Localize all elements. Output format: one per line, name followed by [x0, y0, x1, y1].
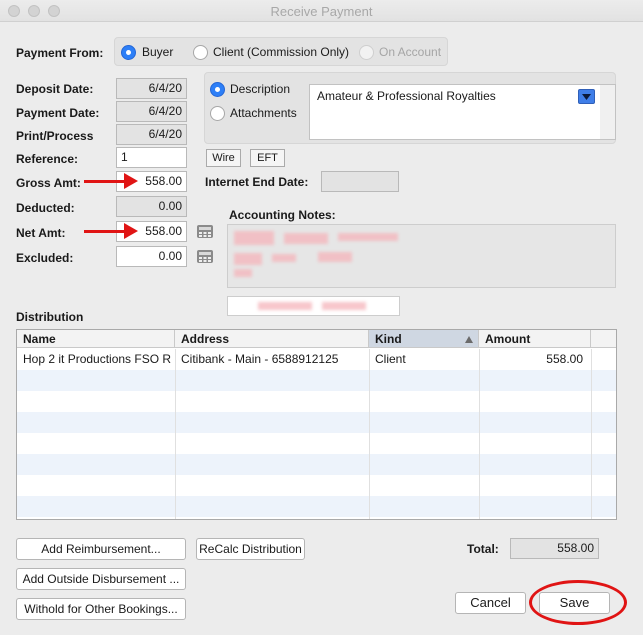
table-row-empty: [17, 370, 616, 391]
radio-on-account: [359, 45, 374, 60]
print-process-field: 6/4/20: [116, 124, 187, 145]
deposit-date-field: 6/4/20: [116, 78, 187, 99]
column-header-kind[interactable]: Kind: [369, 330, 479, 348]
table-row-empty: [17, 391, 616, 412]
radio-attachments-label: Attachments: [230, 106, 297, 120]
internet-end-date-label: Internet End Date:: [205, 175, 309, 189]
column-header-spacer: [591, 330, 616, 348]
column-header-name[interactable]: Name: [17, 330, 175, 348]
table-row-empty: [17, 412, 616, 433]
redacted-text: [272, 254, 296, 262]
table-row-empty: [17, 454, 616, 475]
table-row-empty: [17, 475, 616, 496]
sort-ascending-icon: [465, 336, 473, 343]
redacted-text: [258, 302, 312, 310]
column-header-kind-label: Kind: [375, 332, 402, 346]
deducted-label: Deducted:: [16, 201, 75, 215]
redacted-text: [318, 252, 352, 262]
excluded-input[interactable]: 0.00: [116, 246, 187, 267]
total-label: Total:: [467, 542, 499, 556]
payment-date-field: 6/4/20: [116, 101, 187, 122]
description-dropdown-button[interactable]: [578, 89, 595, 104]
redacted-text: [234, 253, 262, 265]
redacted-text: [284, 233, 328, 244]
description-textarea[interactable]: Amateur & Professional Royalties: [309, 84, 601, 140]
annotation-arrow-gross: [84, 173, 138, 189]
recalc-distribution-button[interactable]: ReCalc Distribution: [196, 538, 305, 560]
print-process-label: Print/Process: [16, 129, 94, 143]
radio-buyer-label: Buyer: [142, 45, 174, 59]
annotation-arrow-net: [84, 223, 138, 239]
redacted-text: [234, 269, 252, 277]
radio-description[interactable]: [210, 82, 225, 97]
accounting-notes-label: Accounting Notes:: [229, 208, 336, 222]
column-header-address[interactable]: Address: [175, 330, 369, 348]
radio-client[interactable]: [193, 45, 208, 60]
reference-input[interactable]: 1: [116, 147, 187, 168]
gross-amt-label: Gross Amt:: [16, 176, 81, 190]
withold-other-bookings-button[interactable]: Withold for Other Bookings...: [16, 598, 186, 620]
description-scrollbar[interactable]: [600, 84, 616, 140]
net-amt-label: Net Amt:: [16, 226, 66, 240]
row-address: Citibank - Main - 6588912125: [181, 352, 339, 366]
column-header-amount[interactable]: Amount: [479, 330, 591, 348]
add-outside-disbursement-button[interactable]: Add Outside Disbursement ...: [16, 568, 186, 590]
cancel-button[interactable]: Cancel: [455, 592, 526, 614]
row-name: Hop 2 it Productions FSO Ra: [23, 352, 171, 366]
radio-on-account-label: On Account: [379, 45, 442, 59]
add-reimbursement-button[interactable]: Add Reimbursement...: [16, 538, 186, 560]
column-divider: [479, 349, 480, 519]
chevron-down-icon: [582, 94, 591, 100]
window-title: Receive Payment: [270, 4, 373, 19]
column-divider: [369, 349, 370, 519]
calculator-icon[interactable]: [196, 223, 214, 240]
redacted-text: [322, 302, 366, 310]
column-divider: [591, 349, 592, 519]
row-amount: 558.00: [546, 352, 583, 366]
row-kind: Client: [375, 352, 406, 366]
wire-button[interactable]: Wire: [206, 149, 241, 167]
deposit-date-label: Deposit Date:: [16, 82, 94, 96]
title-bar: Receive Payment: [0, 0, 643, 22]
payment-from-label: Payment From:: [16, 46, 104, 60]
distribution-table: Name Address Kind Amount Hop 2 it Produc…: [16, 329, 617, 520]
internet-end-date-field: [321, 171, 399, 192]
redacted-text: [234, 231, 274, 245]
radio-description-label: Description: [230, 82, 291, 96]
table-row-empty: [17, 433, 616, 454]
deducted-field: 0.00: [116, 196, 187, 217]
notes-summary-field: [227, 296, 400, 316]
payment-date-label: Payment Date:: [16, 106, 100, 120]
table-row[interactable]: Hop 2 it Productions FSO Ra Citibank - M…: [17, 349, 616, 370]
accounting-notes-textarea[interactable]: [227, 224, 616, 288]
table-row-empty: [17, 496, 616, 517]
radio-buyer[interactable]: [121, 45, 136, 60]
distribution-label: Distribution: [16, 310, 84, 324]
total-field: 558.00: [510, 538, 599, 559]
excluded-label: Excluded:: [16, 251, 74, 265]
description-text: Amateur & Professional Royalties: [317, 89, 496, 103]
redacted-text: [338, 233, 398, 241]
annotation-circle-save: [529, 580, 627, 625]
radio-attachments[interactable]: [210, 106, 225, 121]
reference-label: Reference:: [16, 152, 79, 166]
column-divider: [175, 349, 176, 519]
calculator-icon[interactable]: [196, 248, 214, 265]
eft-button[interactable]: EFT: [250, 149, 285, 167]
radio-client-label: Client (Commission Only): [213, 45, 350, 59]
